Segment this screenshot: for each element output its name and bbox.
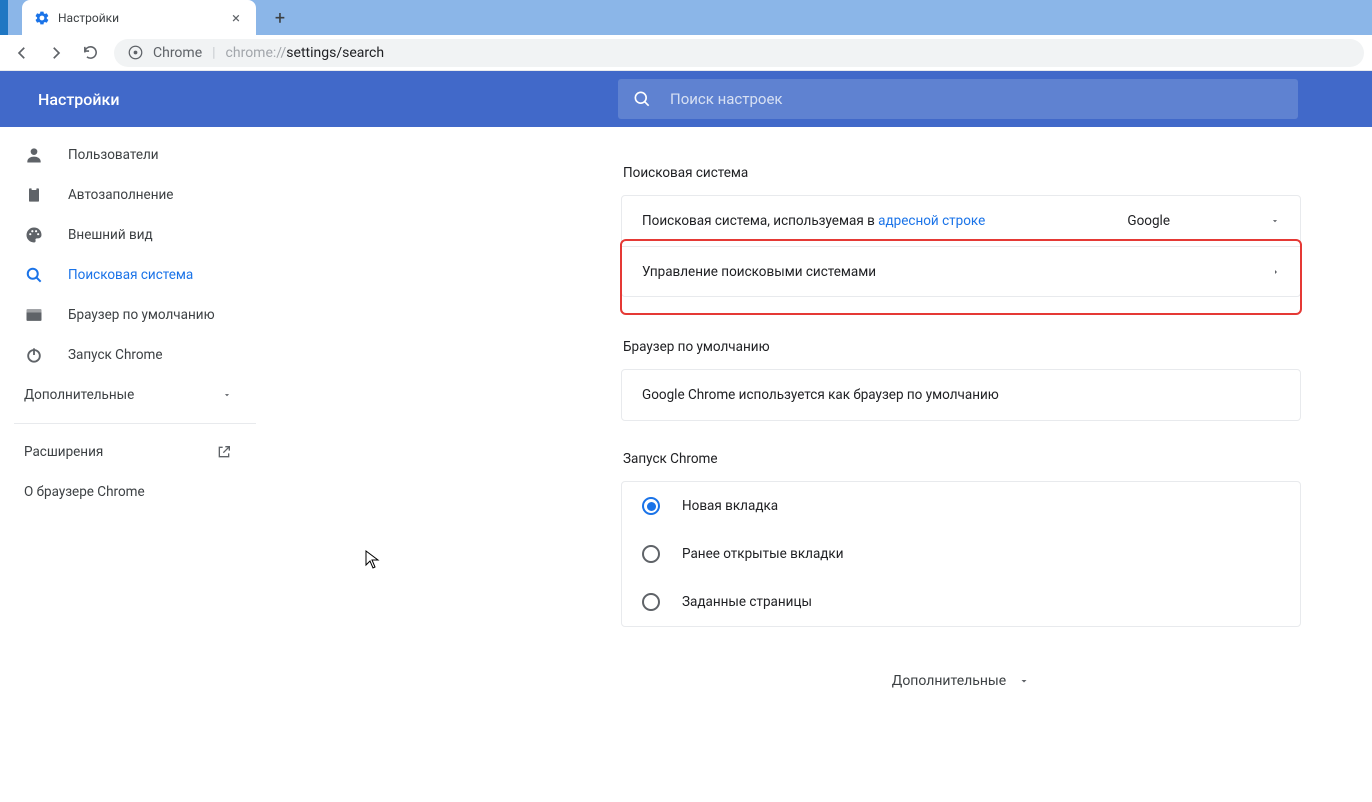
section-title-search-engine: Поисковая система (623, 165, 1301, 181)
sidebar-item-label: Браузер по умолчанию (68, 307, 215, 323)
browser-icon (24, 305, 44, 325)
radio-label: Ранее открытые вкладки (682, 546, 844, 562)
external-link-icon (216, 444, 232, 460)
tab-title: Настройки (58, 11, 220, 25)
section-title-startup: Запуск Chrome (623, 451, 1301, 467)
section-title-default-browser: Браузер по умолчанию (623, 339, 1301, 355)
chevron-down-icon (1018, 675, 1030, 687)
browser-tab[interactable]: Настройки × (22, 0, 256, 35)
window-edge (0, 0, 8, 35)
row-text: Поисковая система, используемая в адресн… (642, 213, 985, 229)
settings-body: Пользователи Автозаполнение Внешний вид … (0, 127, 1372, 802)
advanced-toggle-label: Дополнительные (892, 673, 1006, 689)
sidebar-item-search-engine[interactable]: Поисковая система (0, 255, 256, 295)
address-bar[interactable]: Chrome | chrome://settings/search (114, 39, 1364, 67)
default-browser-row: Google Chrome используется как браузер п… (622, 370, 1300, 420)
sidebar-item-people[interactable]: Пользователи (0, 135, 256, 175)
sidebar-divider (14, 423, 256, 424)
browser-tab-strip: Настройки × + (0, 0, 1372, 35)
sidebar-item-label: Пользователи (68, 147, 159, 163)
manage-search-engines-row[interactable]: Управление поисковыми системами (622, 246, 1300, 296)
chevron-right-icon (1272, 266, 1280, 278)
sidebar-item-appearance[interactable]: Внешний вид (0, 215, 256, 255)
sidebar-about[interactable]: О браузере Chrome (0, 472, 256, 512)
radio-label: Новая вкладка (682, 498, 778, 514)
back-button[interactable] (8, 39, 36, 67)
radio-icon[interactable] (642, 497, 660, 515)
settings-search-input[interactable] (670, 90, 1284, 108)
person-icon (24, 145, 44, 165)
startup-option-newtab[interactable]: Новая вкладка (622, 482, 1300, 530)
advanced-toggle-center[interactable]: Дополнительные (621, 673, 1301, 689)
search-icon (24, 265, 44, 285)
sidebar-item-label: Поисковая система (68, 267, 193, 283)
gear-icon (34, 10, 50, 26)
radio-label: Заданные страницы (682, 594, 812, 610)
row-text: Google Chrome используется как браузер п… (642, 387, 999, 403)
sidebar-item-label: Автозаполнение (68, 187, 173, 203)
new-tab-button[interactable]: + (266, 4, 294, 32)
sidebar-extensions-label: Расширения (24, 444, 103, 460)
address-bar-link[interactable]: адресной строке (878, 213, 985, 229)
sidebar-item-on-startup[interactable]: Запуск Chrome (0, 335, 256, 375)
omnibox-separator: | (212, 45, 215, 61)
sidebar-item-label: Внешний вид (68, 227, 153, 243)
settings-header: Настройки (0, 71, 1372, 127)
close-icon[interactable]: × (228, 9, 244, 27)
omnibox-url: chrome://settings/search (226, 45, 384, 61)
forward-button[interactable] (42, 39, 70, 67)
clipboard-icon (24, 185, 44, 205)
sidebar-item-label: Запуск Chrome (68, 347, 163, 363)
chevron-down-icon (1270, 216, 1280, 226)
select-value: Google (1127, 213, 1170, 229)
site-info-icon[interactable] (128, 45, 143, 60)
settings-search[interactable] (618, 79, 1298, 119)
search-icon (632, 89, 652, 109)
search-engine-card: Поисковая система, используемая в адресн… (621, 195, 1301, 297)
omnibox-product: Chrome (153, 45, 202, 61)
sidebar-advanced-label: Дополнительные (24, 387, 134, 403)
palette-icon (24, 225, 44, 245)
search-engine-default-row[interactable]: Поисковая система, используемая в адресн… (622, 196, 1300, 246)
sidebar-item-default-browser[interactable]: Браузер по умолчанию (0, 295, 256, 335)
chevron-down-icon (222, 390, 232, 400)
settings-sidebar: Пользователи Автозаполнение Внешний вид … (0, 127, 256, 802)
settings-main: Поисковая система Поисковая система, исп… (256, 127, 1372, 802)
sidebar-advanced-toggle[interactable]: Дополнительные (0, 375, 256, 415)
search-engine-select[interactable]: Google (1127, 213, 1280, 229)
radio-icon[interactable] (642, 545, 660, 563)
startup-option-continue[interactable]: Ранее открытые вкладки (622, 530, 1300, 578)
startup-option-specific[interactable]: Заданные страницы (622, 578, 1300, 626)
radio-icon[interactable] (642, 593, 660, 611)
sidebar-extensions[interactable]: Расширения (0, 432, 256, 472)
startup-card: Новая вкладка Ранее открытые вкладки Зад… (621, 481, 1301, 627)
power-icon (24, 345, 44, 365)
default-browser-card: Google Chrome используется как браузер п… (621, 369, 1301, 421)
reload-button[interactable] (76, 39, 104, 67)
row-text: Управление поисковыми системами (642, 264, 876, 280)
page-title: Настройки (22, 90, 618, 109)
browser-toolbar: Chrome | chrome://settings/search (0, 35, 1372, 71)
sidebar-item-autofill[interactable]: Автозаполнение (0, 175, 256, 215)
sidebar-about-label: О браузере Chrome (24, 484, 145, 500)
